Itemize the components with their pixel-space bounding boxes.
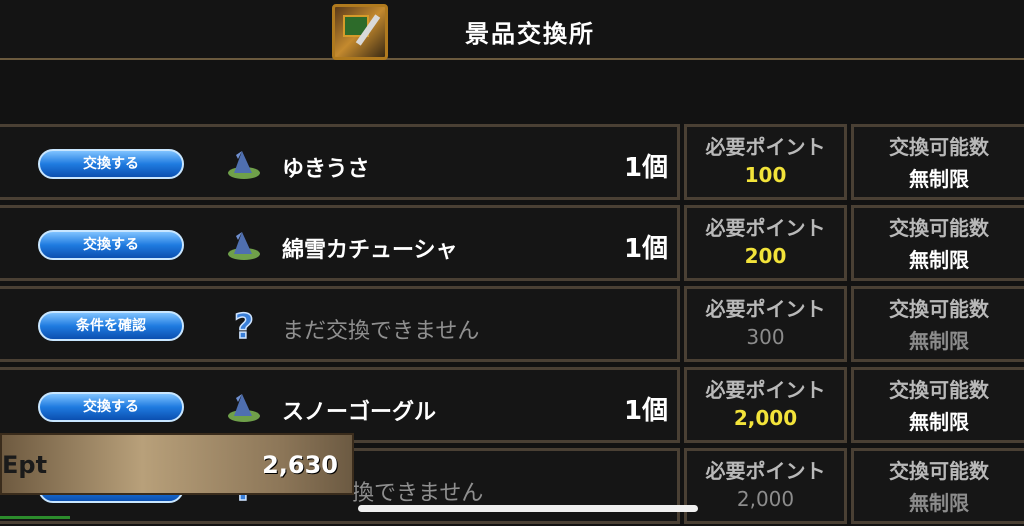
exchange-button[interactable]: 交換する xyxy=(38,149,184,179)
required-points-label: 必要ポイント xyxy=(705,378,826,402)
exchange-limit-panel: 交換可能数 無制限 xyxy=(851,124,1024,200)
exchange-limit-value: 無制限 xyxy=(909,410,969,434)
item-panel: 条件を確認 ? まだ交換できません xyxy=(0,286,680,362)
svg-text:?: ? xyxy=(234,307,254,343)
item-panel: 交換する スノーゴーグル 1個 xyxy=(0,367,680,443)
exchange-limit-value: 無制限 xyxy=(909,329,969,353)
exchange-button[interactable]: 交換する xyxy=(38,392,184,422)
required-points-label: 必要ポイント xyxy=(705,297,826,321)
points-balance-label: Ept xyxy=(2,451,48,479)
required-points-value: 2,000 xyxy=(736,487,795,511)
required-points-label: 必要ポイント xyxy=(705,459,826,483)
item-name: スノーゴーグル xyxy=(282,400,437,425)
wizard-hat-icon xyxy=(228,232,260,260)
exchange-limit-value: 無制限 xyxy=(909,167,969,191)
list-item: 交換する ゆきうさ 1個 必要ポイント 100 交換可能数 無制限 xyxy=(0,124,1024,202)
required-points-value: 2,000 xyxy=(733,406,798,430)
exchange-limit-panel: 交換可能数 無制限 xyxy=(851,448,1024,524)
exchange-limit-label: 交換可能数 xyxy=(889,135,989,159)
points-balance-value: 2,630 xyxy=(262,451,338,479)
treasure-chest-sword-icon xyxy=(332,4,388,60)
item-quantity: 1個 xyxy=(624,396,669,426)
item-name: 綿雪カチューシャ xyxy=(282,238,458,263)
exchange-limit-panel: 交換可能数 無制限 xyxy=(851,286,1024,362)
item-name: ゆきうさ xyxy=(282,157,370,182)
required-points-panel: 必要ポイント 100 xyxy=(684,124,847,200)
list-item: 条件を確認 ? まだ交換できません 必要ポイント 300 交換可能数 無制限 xyxy=(0,286,1024,364)
required-points-value: 100 xyxy=(744,163,787,187)
page-title: 景品交換所 xyxy=(465,20,595,48)
required-points-panel: 必要ポイント 300 xyxy=(684,286,847,362)
exchange-limit-panel: 交換可能数 無制限 xyxy=(851,367,1024,443)
exchange-limit-label: 交換可能数 xyxy=(889,378,989,402)
item-name: 換できません xyxy=(352,481,484,506)
item-panel: 交換する 綿雪カチューシャ 1個 xyxy=(0,205,680,281)
required-points-value: 200 xyxy=(744,244,787,268)
wizard-hat-icon xyxy=(228,151,260,179)
exchange-limit-label: 交換可能数 xyxy=(889,297,989,321)
list-item: 交換する 綿雪カチューシャ 1個 必要ポイント 200 交換可能数 無制限 xyxy=(0,205,1024,283)
item-panel: 交換する ゆきうさ 1個 xyxy=(0,124,680,200)
required-points-value: 300 xyxy=(746,325,785,349)
exchange-button[interactable]: 交換する xyxy=(38,230,184,260)
home-indicator[interactable] xyxy=(358,505,698,512)
exchange-limit-panel: 交換可能数 無制限 xyxy=(851,205,1024,281)
item-quantity: 1個 xyxy=(624,234,669,264)
divider xyxy=(0,516,70,519)
required-points-panel: 必要ポイント 200 xyxy=(684,205,847,281)
required-points-label: 必要ポイント xyxy=(705,216,826,240)
item-name: まだ交換できません xyxy=(282,319,480,344)
wizard-hat-icon xyxy=(228,394,260,422)
exchange-limit-label: 交換可能数 xyxy=(889,459,989,483)
exchange-limit-label: 交換可能数 xyxy=(889,216,989,240)
exchange-limit-value: 無制限 xyxy=(909,491,969,515)
required-points-panel: 必要ポイント 2,000 xyxy=(684,448,847,524)
question-mark-icon: ? xyxy=(233,307,254,343)
exchange-limit-value: 無制限 xyxy=(909,248,969,272)
item-quantity: 1個 xyxy=(624,153,669,183)
required-points-panel: 必要ポイント 2,000 xyxy=(684,367,847,443)
required-points-label: 必要ポイント xyxy=(705,135,826,159)
check-conditions-button[interactable]: 条件を確認 xyxy=(38,311,184,341)
points-balance-panel: Ept 2,630 xyxy=(0,433,354,495)
header-bar: 景品交換所 xyxy=(0,0,1024,60)
